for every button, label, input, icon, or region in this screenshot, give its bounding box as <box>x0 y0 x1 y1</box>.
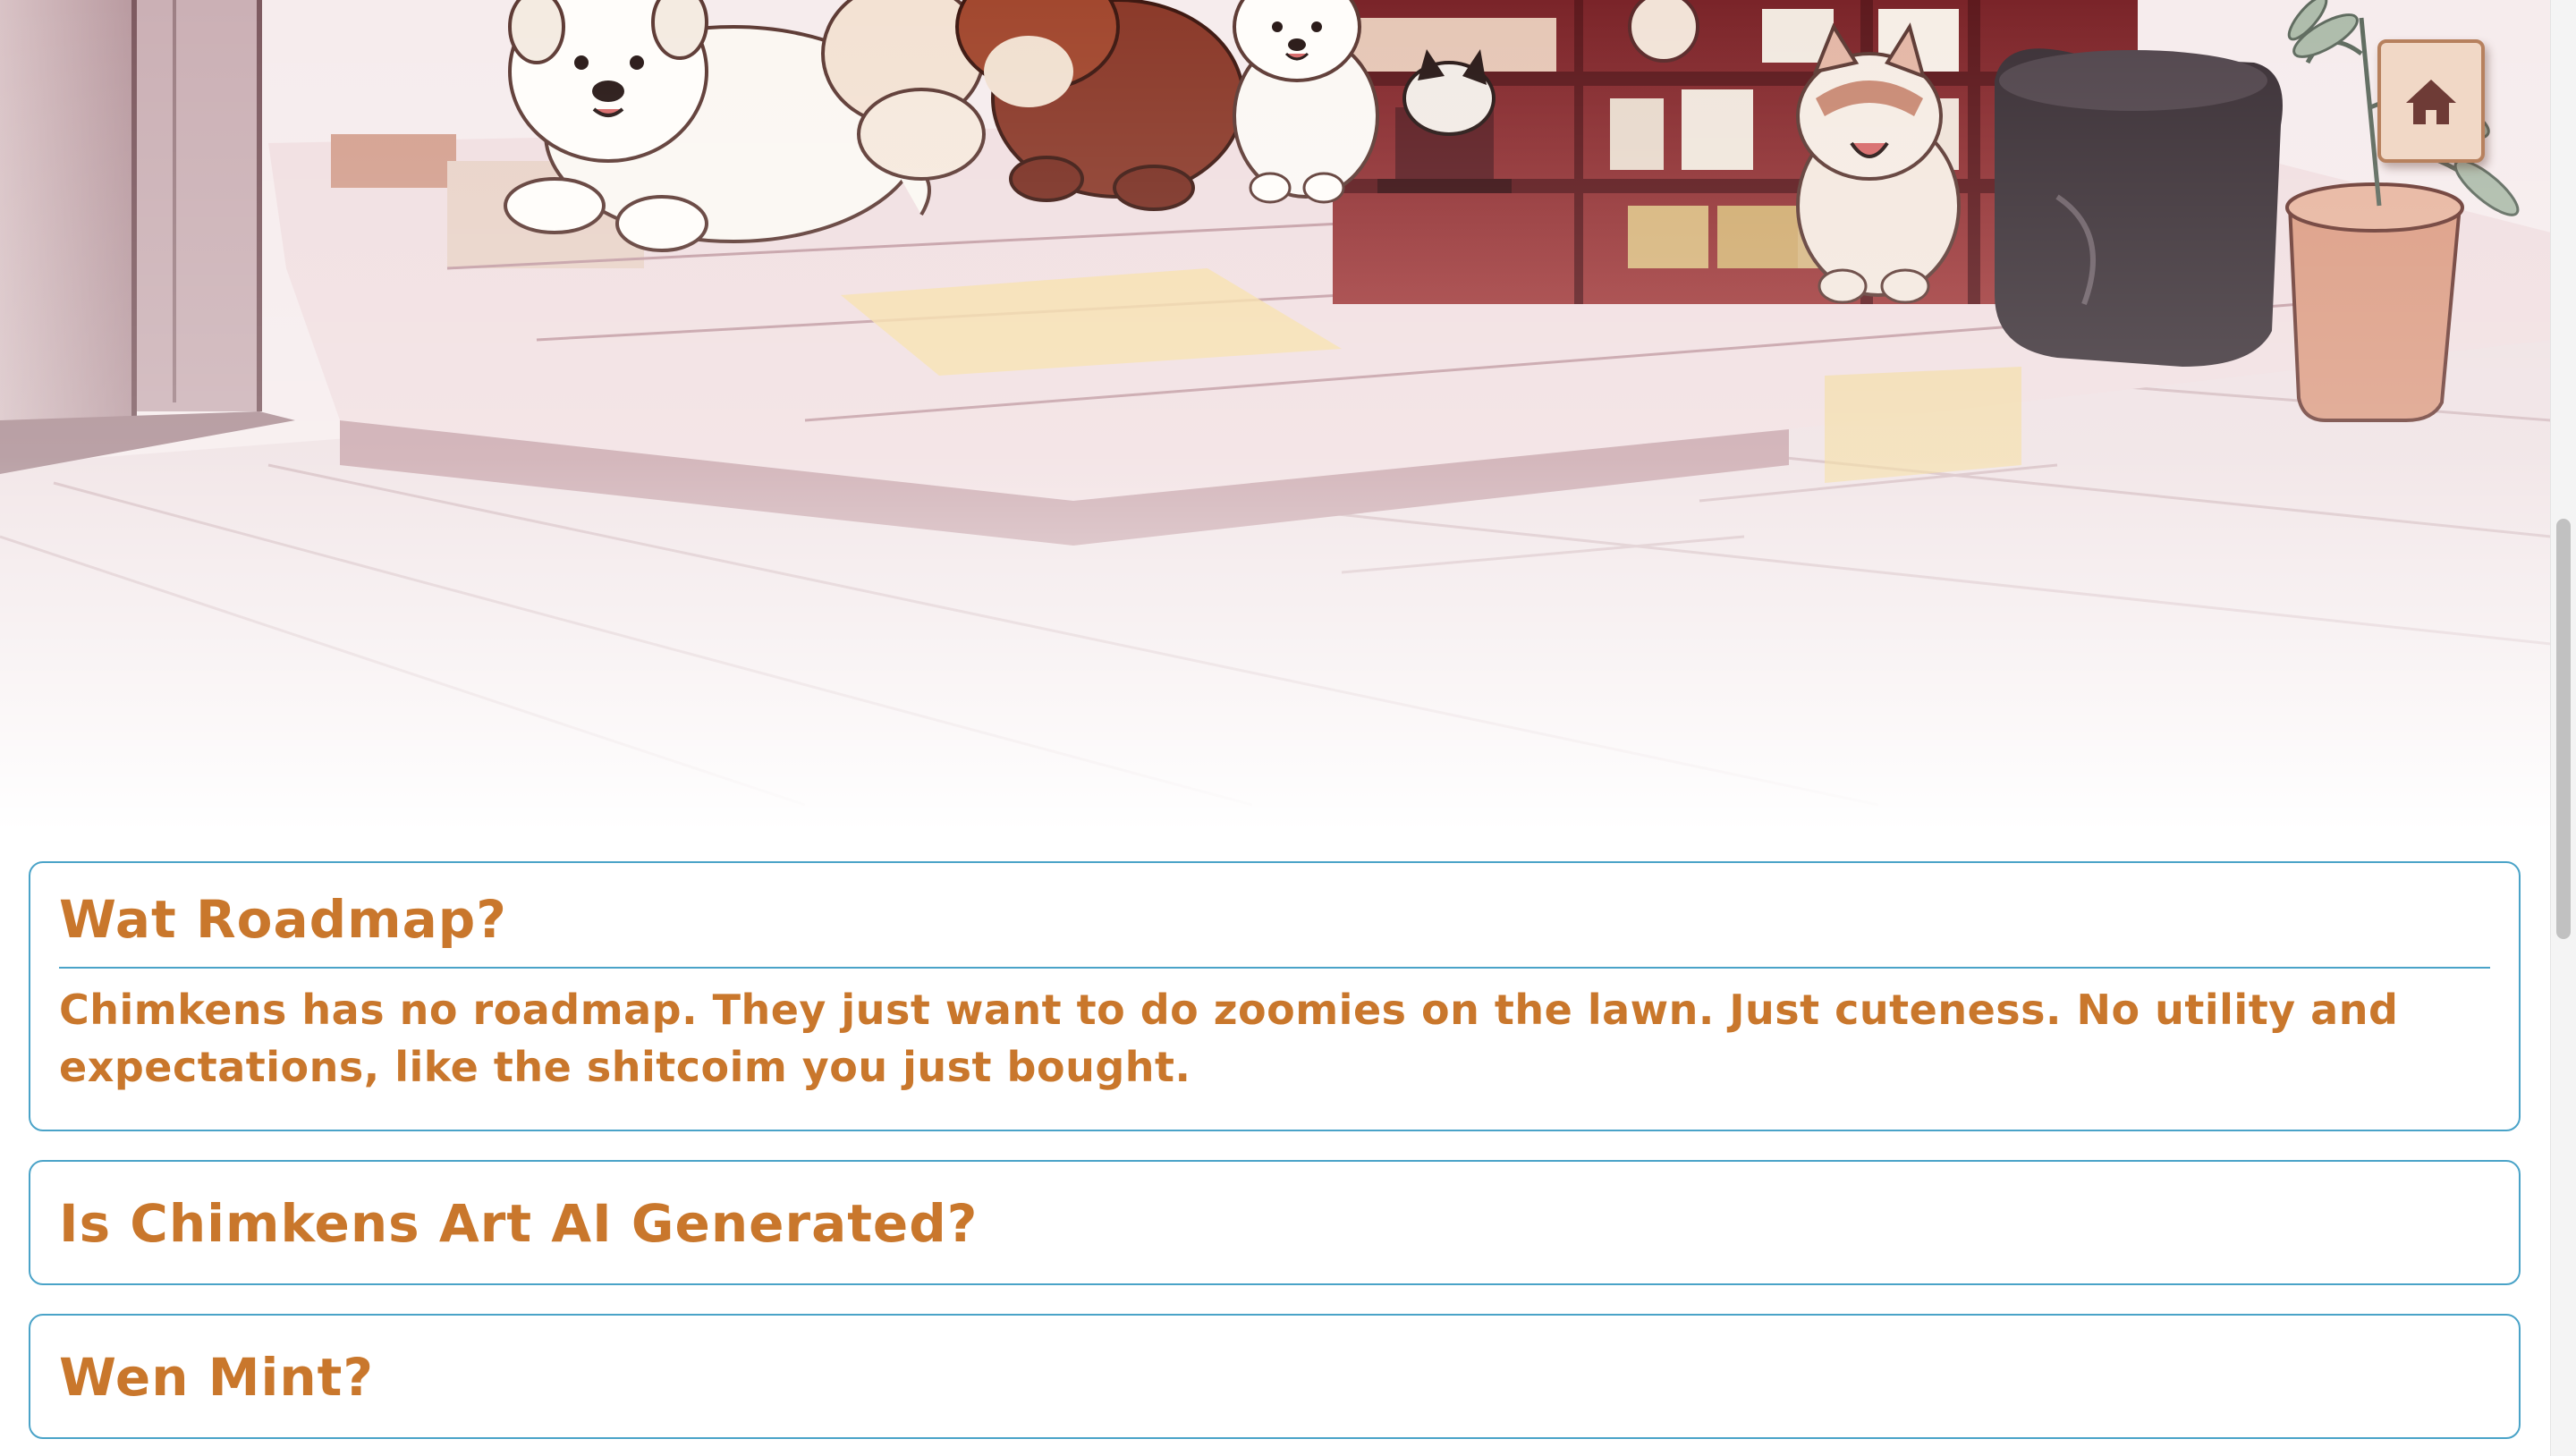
hero-illustration <box>0 0 2551 832</box>
home-button[interactable] <box>2377 39 2485 163</box>
faq-question: Is Chimkens Art AI Generated? <box>59 1193 979 1254</box>
home-icon <box>2406 80 2456 124</box>
faq-answer-line: expectations, like the shitcoim you just… <box>59 1043 1191 1091</box>
faq-section: Wat Roadmap? Chimkens has no roadmap. Th… <box>29 861 2521 1456</box>
page: Wat Roadmap? Chimkens has no roadmap. Th… <box>0 0 2576 1456</box>
faq-question: Wat Roadmap? <box>59 863 2490 969</box>
dogs-in-shop-illustration <box>0 0 2551 832</box>
faq-answer-line: Chimkens has no roadmap. They just want … <box>59 986 2399 1034</box>
scrollbar[interactable] <box>2550 0 2576 1456</box>
faq-answer: Chimkens has no roadmap. They just want … <box>59 969 2490 1096</box>
faq-item-roadmap[interactable]: Wat Roadmap? Chimkens has no roadmap. Th… <box>29 861 2521 1131</box>
faq-item-ai-generated[interactable]: Is Chimkens Art AI Generated? <box>29 1160 2521 1285</box>
faq-item-wen-mint[interactable]: Wen Mint? <box>29 1314 2521 1439</box>
scrollbar-thumb[interactable] <box>2556 519 2571 939</box>
faq-question: Wen Mint? <box>59 1347 374 1408</box>
